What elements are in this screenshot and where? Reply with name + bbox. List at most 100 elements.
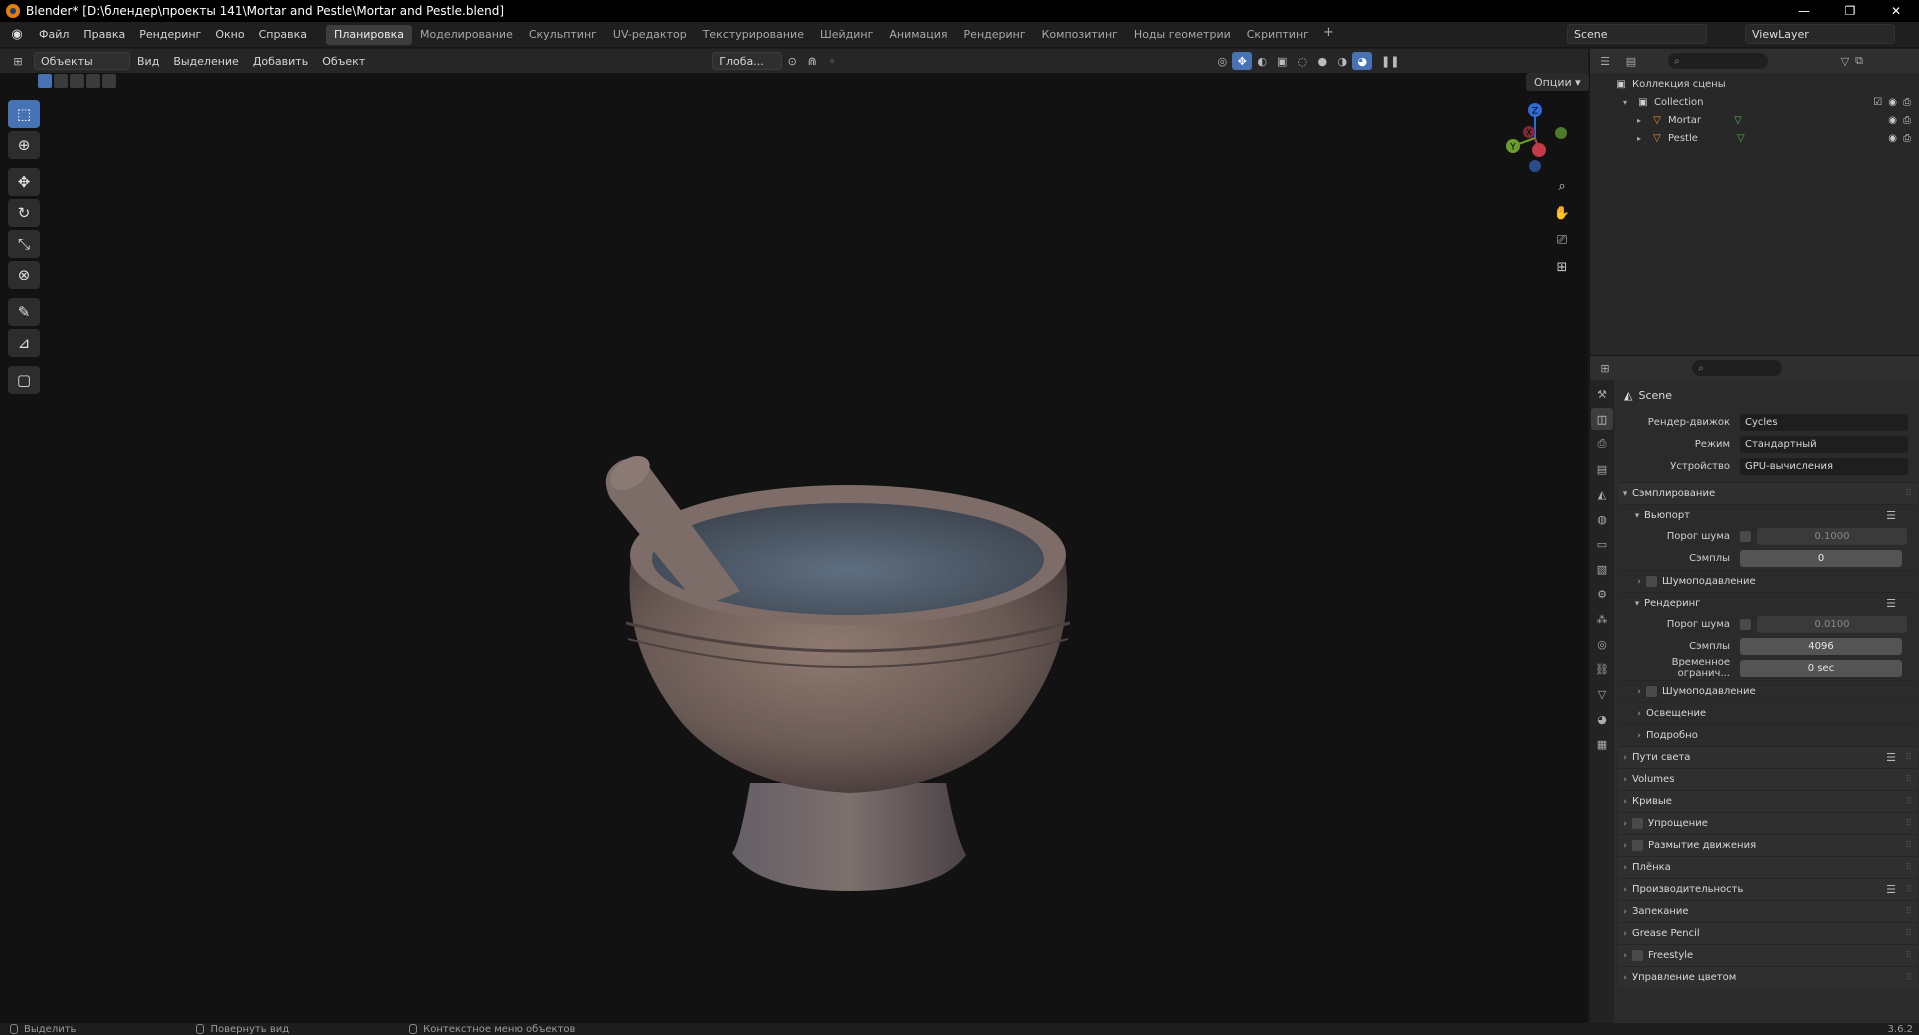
new-collection-icon[interactable]: ⧉ [1852,54,1866,68]
performance-panel[interactable]: › Производительность ☰ ⠿ [1618,878,1918,900]
pivot-point-icon[interactable]: ⊙ [782,52,802,70]
properties-editor-icon[interactable]: ⊞ [1598,362,1612,375]
view-layer-selector[interactable]: ViewLayer [1745,24,1895,44]
menu-select[interactable]: Выделение [166,55,246,68]
sampling-panel[interactable]: ▾ Сэмплирование ⠿ [1618,482,1918,504]
drag-grip-icon[interactable]: ⠿ [1905,863,1912,873]
xray-toggle-icon[interactable]: ▣ [1272,52,1292,70]
scene-tab-icon[interactable]: ◭ [1591,483,1613,505]
drag-grip-icon[interactable]: ⠿ [1905,973,1912,983]
pan-hand-icon[interactable]: ✋ [1551,202,1573,224]
proportional-edit-icon[interactable]: ◦ [822,52,842,70]
material-preview-icon[interactable]: ◑ [1332,52,1352,70]
wireframe-shading-icon[interactable]: ◌ [1292,52,1312,70]
bake-panel[interactable]: › Запекание ⠿ [1618,900,1918,922]
tab-compositing[interactable]: Композитинг [1034,25,1126,45]
display-mode-icon[interactable]: ☰ [1598,55,1612,68]
physics-tab-icon[interactable]: ◎ [1591,633,1613,655]
add-cube-tool-icon[interactable]: ▢ [8,366,40,394]
zoom-icon[interactable]: ⌕ [1551,175,1573,197]
checkbox-icon[interactable]: ☑ [1873,97,1882,108]
curves-panel[interactable]: › Кривые ⠿ [1618,790,1918,812]
outliner-object-mortar[interactable]: ▸ ▽ Mortar ▽ ◉ ⎙ [1590,111,1919,129]
particles-tab-icon[interactable]: ⁂ [1591,608,1613,630]
drag-grip-icon[interactable]: ⠿ [1905,885,1912,895]
overlay-toggle-icon[interactable]: ◐ [1252,52,1272,70]
interaction-mode-dropdown[interactable]: Объекты [34,52,130,70]
add-workspace-button[interactable]: + [1317,25,1340,45]
3d-viewport[interactable] [0,73,1588,1025]
texture-tab-icon[interactable]: ▦ [1591,733,1613,755]
viewport-subpanel[interactable]: ▾ Вьюпорт ☰ [1618,504,1918,526]
tab-texture-paint[interactable]: Текстурирование [695,25,812,45]
camera-icon[interactable]: ⎙ [1903,115,1911,126]
collapse-icon[interactable]: ▾ [1618,96,1632,108]
denoise-checkbox[interactable] [1646,576,1657,587]
select-subtract-button[interactable] [70,74,84,88]
object-tab-icon[interactable]: ▧ [1591,558,1613,580]
camera-icon[interactable]: ⎙ [1903,133,1911,144]
data-tab-icon[interactable]: ▽ [1591,683,1613,705]
filter-icon[interactable]: ▽ [1838,55,1852,68]
presets-list-icon[interactable]: ☰ [1886,597,1896,610]
navigation-gizmo[interactable]: Z Y X [1495,98,1575,178]
device-dropdown[interactable]: GPU-вычисления [1740,457,1908,475]
tab-geometry-nodes[interactable]: Ноды геометрии [1126,25,1239,45]
properties-search-input[interactable]: ⌕ [1692,360,1782,376]
drag-grip-icon[interactable]: ⠿ [1905,951,1912,961]
lighting-subpanel[interactable]: › Освещение [1618,702,1918,724]
tool-tab-icon[interactable]: ⚒ [1591,383,1613,405]
presets-list-icon[interactable]: ☰ [1886,509,1896,522]
mode-dropdown[interactable]: Стандартный [1740,435,1908,453]
camera-view-icon[interactable]: ⎚ [1551,229,1573,251]
select-box-tool-icon[interactable]: ⬚ [8,100,40,128]
menu-file[interactable]: Файл [32,25,76,45]
solid-shading-icon[interactable]: ● [1312,52,1332,70]
drag-grip-icon[interactable]: ⠿ [1905,819,1912,829]
output-tab-icon[interactable]: ⎙ [1591,433,1613,455]
denoise-checkbox[interactable] [1646,686,1657,697]
menu-add[interactable]: Добавить [246,55,315,68]
drag-grip-icon[interactable]: ⠿ [1905,797,1912,807]
drag-grip-icon[interactable]: ⠿ [1905,929,1912,939]
menu-object[interactable]: Объект [315,55,372,68]
render-engine-dropdown[interactable]: Cycles [1740,413,1908,431]
cursor-tool-icon[interactable]: ⊕ [8,131,40,159]
scale-tool-icon[interactable]: ⤡ [8,230,40,258]
options-dropdown[interactable]: Опции ▾ [1526,73,1589,91]
freestyle-panel[interactable]: › Freestyle ⠿ [1618,944,1918,966]
tab-layout[interactable]: Планировка [326,24,413,45]
film-panel[interactable]: › Плёнка ⠿ [1618,856,1918,878]
outliner-collection[interactable]: ▾ ▣ Collection ☑ ◉ ⎙ [1590,93,1919,111]
motion-blur-checkbox[interactable] [1632,840,1643,851]
motion-blur-panel[interactable]: › Размытие движения ⠿ [1618,834,1918,856]
select-extend-button[interactable] [54,74,68,88]
freestyle-checkbox[interactable] [1632,950,1643,961]
modifier-tab-icon[interactable]: ⚙ [1591,583,1613,605]
mortar-and-pestle-model[interactable] [600,443,1090,913]
vp-samples-field[interactable]: 0 [1740,549,1902,567]
tab-uv-editing[interactable]: UV-редактор [605,25,695,45]
color-management-panel[interactable]: › Управление цветом ⠿ [1618,966,1918,988]
select-intersect-button[interactable] [102,74,116,88]
menu-window[interactable]: Окно [208,25,251,45]
menu-edit[interactable]: Правка [76,25,132,45]
advanced-subpanel[interactable]: › Подробно [1618,724,1918,746]
select-new-button[interactable] [38,74,52,88]
snap-icon[interactable]: ⋒ [802,52,822,70]
editor-type-icon[interactable]: ⊞ [8,52,28,70]
transform-orientation-dropdown[interactable]: Глоба... [712,52,783,70]
material-tab-icon[interactable]: ◕ [1591,708,1613,730]
eye-icon[interactable]: ◉ [1888,115,1897,126]
tab-sculpting[interactable]: Скульптинг [521,25,605,45]
render-subpanel[interactable]: ▾ Рендеринг ☰ [1618,592,1918,614]
outliner-scene-collection[interactable]: ▣ Коллекция сцены [1590,75,1919,93]
light-paths-panel[interactable]: › Пути света ☰ ⠿ [1618,746,1918,768]
drag-grip-icon[interactable]: ⠿ [1905,753,1912,763]
drag-grip-icon[interactable]: ⠿ [1905,841,1912,851]
move-tool-icon[interactable]: ✥ [8,168,40,196]
scene-selector[interactable]: Scene [1567,24,1707,44]
close-button[interactable]: ✕ [1873,0,1919,22]
r-denoise-subpanel[interactable]: › Шумоподавление [1618,680,1918,702]
time-limit-field[interactable]: 0 sec [1740,659,1902,677]
